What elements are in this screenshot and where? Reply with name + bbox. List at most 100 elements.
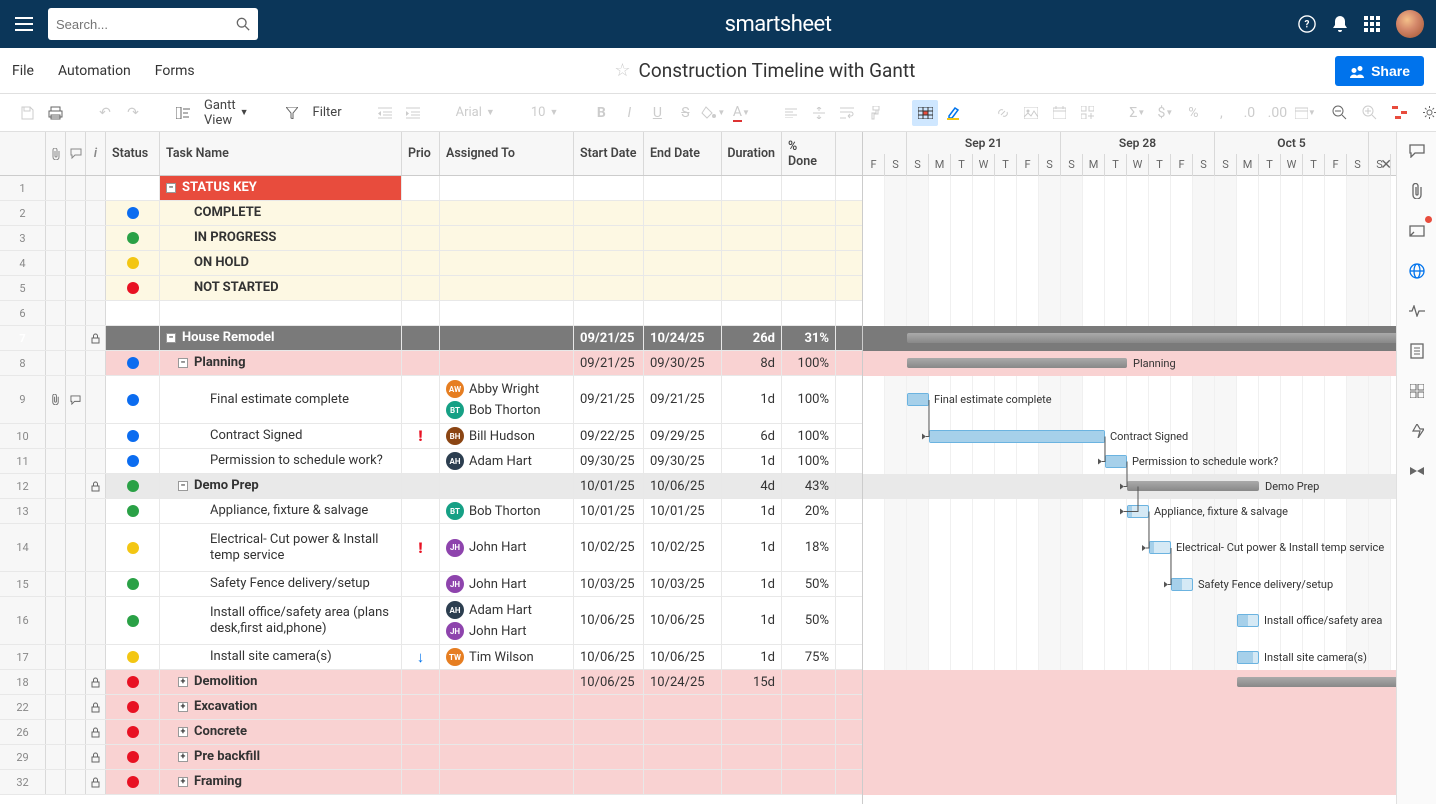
cell-done[interactable] — [782, 695, 836, 719]
gantt-summary-bar[interactable]: Demo Prep — [1127, 481, 1259, 491]
cell-duration[interactable] — [722, 201, 782, 225]
cell-status[interactable] — [106, 201, 160, 225]
cell-lock[interactable] — [86, 449, 106, 473]
gantt-row[interactable]: Safety Fence delivery/setup — [863, 572, 1396, 597]
cell-duration[interactable]: 15d — [722, 670, 782, 694]
cell-assigned[interactable] — [440, 226, 574, 250]
share-button[interactable]: Share — [1335, 56, 1424, 86]
grid-row[interactable]: 16Install office/safety area (plans desk… — [0, 597, 862, 645]
gantt-summary-bar[interactable]: Planning — [907, 358, 1127, 368]
cell-duration[interactable]: 1d — [722, 524, 782, 571]
sheet-title[interactable]: Construction Timeline with Gantt — [639, 59, 916, 82]
cell-prio[interactable] — [402, 376, 440, 423]
cell-status[interactable] — [106, 376, 160, 423]
grid-row[interactable]: 4ON HOLD — [0, 251, 862, 276]
gantt-row[interactable]: Install site camera(s) — [863, 645, 1396, 670]
cell-lock[interactable] — [86, 376, 106, 423]
cell-end[interactable]: 09/30/25 — [644, 351, 722, 375]
cell-duration[interactable]: 26d — [722, 326, 782, 350]
cell-task[interactable]: COMPLETE — [160, 201, 402, 225]
activity-icon[interactable] — [1406, 300, 1428, 322]
col-done[interactable]: % Done — [782, 132, 836, 175]
cell-comment[interactable] — [66, 226, 86, 250]
cell-prio[interactable] — [402, 499, 440, 523]
row-number[interactable]: 3 — [0, 226, 46, 250]
cell-status[interactable] — [106, 226, 160, 250]
gantt-task-bar[interactable]: Appliance, fixture & salvage — [1127, 505, 1149, 518]
expand-toggle[interactable]: + — [178, 677, 188, 687]
cell-done[interactable] — [782, 201, 836, 225]
cell-comment[interactable] — [66, 301, 86, 325]
cell-duration[interactable]: 1d — [722, 376, 782, 423]
row-number[interactable]: 13 — [0, 499, 46, 523]
cell-lock[interactable] — [86, 474, 106, 498]
cell-assigned[interactable]: BTBob Thorton — [440, 499, 574, 523]
grid-row[interactable]: 12−Demo Prep10/01/2510/06/254d43% — [0, 474, 862, 499]
cell-start[interactable]: 10/01/25 — [574, 499, 644, 523]
cell-status[interactable] — [106, 474, 160, 498]
cell-comment[interactable] — [66, 351, 86, 375]
cell-assigned[interactable] — [440, 201, 574, 225]
cell-start[interactable]: 10/02/25 — [574, 524, 644, 571]
cell-start[interactable] — [574, 301, 644, 325]
gantt-row[interactable]: Electrical- Cut power & Install temp ser… — [863, 524, 1396, 572]
cell-done[interactable]: 50% — [782, 597, 836, 644]
cell-lock[interactable] — [86, 424, 106, 448]
cell-attach[interactable] — [46, 645, 66, 669]
workapps-icon[interactable] — [1406, 380, 1428, 402]
cell-task[interactable]: Install office/safety area (plans desk,f… — [160, 597, 402, 644]
cell-duration[interactable] — [722, 770, 782, 794]
row-number[interactable]: 26 — [0, 720, 46, 744]
grid-row[interactable]: 7−House Remodel09/21/2510/24/2526d31% — [0, 326, 862, 351]
resource-icon[interactable] — [1406, 420, 1428, 442]
cell-duration[interactable] — [722, 720, 782, 744]
cell-task[interactable]: ON HOLD — [160, 251, 402, 275]
cell-duration[interactable]: 4d — [722, 474, 782, 498]
gantt-task-bar[interactable]: Final estimate complete — [907, 393, 929, 406]
gantt-row[interactable] — [863, 201, 1396, 226]
cell-prio[interactable] — [402, 351, 440, 375]
cell-status[interactable] — [106, 276, 160, 300]
cell-task[interactable]: +Demolition — [160, 670, 402, 694]
cell-done[interactable]: 43% — [782, 474, 836, 498]
cell-duration[interactable] — [722, 745, 782, 769]
cell-attach[interactable] — [46, 201, 66, 225]
cell-comment[interactable] — [66, 524, 86, 571]
filter-dropdown[interactable]: Filter — [307, 100, 348, 126]
cell-start[interactable] — [574, 201, 644, 225]
col-attachments[interactable] — [46, 132, 66, 175]
cell-attach[interactable] — [46, 276, 66, 300]
menu-icon[interactable] — [12, 12, 36, 36]
cell-task[interactable]: Electrical- Cut power & Install temp ser… — [160, 524, 402, 571]
cell-status[interactable] — [106, 301, 160, 325]
cell-comment[interactable] — [66, 572, 86, 596]
cell-task[interactable]: Contract Signed — [160, 424, 402, 448]
cell-task[interactable]: −Planning — [160, 351, 402, 375]
col-info[interactable]: i — [86, 132, 106, 175]
cell-lock[interactable] — [86, 276, 106, 300]
cell-task[interactable]: +Concrete — [160, 720, 402, 744]
cell-assigned[interactable]: AHAdam HartJHJohn Hart — [440, 597, 574, 644]
cell-attach[interactable] — [46, 524, 66, 571]
cell-attach[interactable] — [46, 226, 66, 250]
attachments-rail-icon[interactable] — [1406, 180, 1428, 202]
cell-done[interactable] — [782, 276, 836, 300]
cell-task[interactable]: Final estimate complete — [160, 376, 402, 423]
gantt-task-bar[interactable]: Permission to schedule work? — [1105, 455, 1127, 468]
cell-status[interactable] — [106, 670, 160, 694]
cell-status[interactable] — [106, 695, 160, 719]
col-assigned[interactable]: Assigned To — [440, 132, 574, 175]
col-prio[interactable]: Prio — [402, 132, 440, 175]
apps-icon[interactable] — [1364, 16, 1380, 32]
cell-comment[interactable] — [66, 376, 86, 423]
expand-toggle[interactable]: + — [178, 702, 188, 712]
cell-lock[interactable] — [86, 670, 106, 694]
cell-assigned[interactable] — [440, 745, 574, 769]
cell-start[interactable]: 09/21/25 — [574, 326, 644, 350]
cell-prio[interactable] — [402, 474, 440, 498]
cell-duration[interactable]: 1d — [722, 645, 782, 669]
cell-prio[interactable] — [402, 695, 440, 719]
gantt-row[interactable]: Demo Prep — [863, 474, 1396, 499]
cell-comment[interactable] — [66, 474, 86, 498]
gantt-pane[interactable]: Sep 21Sep 28Oct 5 FSSMTWTFSSMTWTFSSMTWTF… — [862, 132, 1396, 804]
